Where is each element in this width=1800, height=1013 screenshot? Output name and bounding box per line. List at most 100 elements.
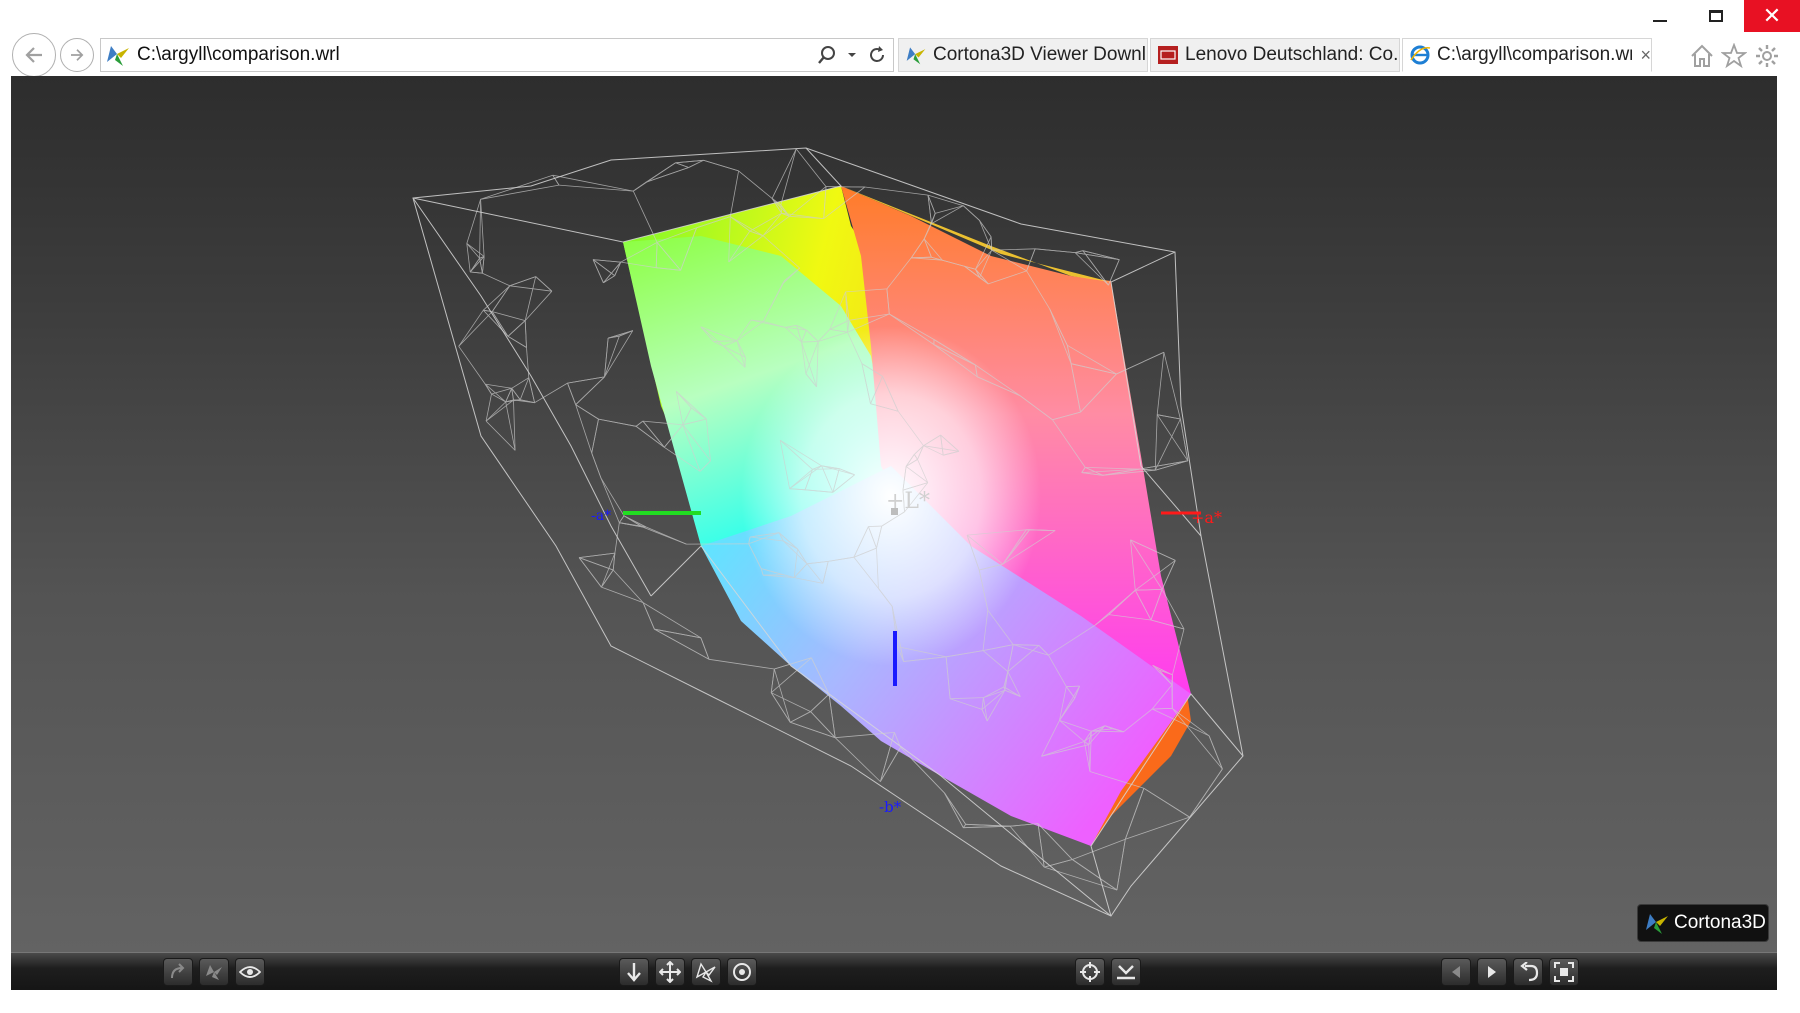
tab-label: Cortona3D Viewer Downl... [933,44,1147,65]
mesh-edge [479,199,481,259]
tab-lenovo[interactable]: Lenovo Deutschland: Co... [1150,38,1400,72]
mesh-edge [1072,838,1126,860]
mesh-edge [771,148,797,199]
mesh-edge [524,290,553,321]
mesh-edge [491,393,506,403]
mesh-edge [482,272,510,287]
pan-icon [659,961,681,983]
close-button[interactable]: ✕ [1744,0,1800,32]
mesh-edge [738,170,773,199]
a-pos-axis-label: +a* [1191,508,1222,527]
plane-button[interactable] [199,958,229,986]
mesh-edge [458,309,484,347]
align-icon [1117,965,1135,980]
refresh-icon[interactable] [867,45,887,65]
align-button[interactable] [1111,958,1141,986]
mesh-edge [618,515,625,523]
gamut-solid [623,186,1191,846]
mesh-edge [700,637,710,660]
mesh-edge [1072,859,1118,891]
mesh-edge [944,792,964,828]
minimize-icon [1653,20,1667,22]
url-input[interactable] [137,44,817,66]
mesh-edge [519,377,530,400]
mesh-edge [458,346,486,385]
restore-view-button[interactable] [1513,958,1543,986]
settings-button[interactable] [1753,42,1781,70]
lenovo-icon [1158,46,1178,64]
mesh-edge [579,552,615,558]
mesh-edge [1035,248,1076,253]
maximize-icon [1709,10,1723,22]
cortona-icon [906,47,926,65]
back-button[interactable] [12,33,56,77]
maximize-button[interactable] [1688,0,1744,32]
ie-icon [1410,45,1431,65]
mesh-edge [1044,866,1118,891]
pan-button[interactable] [655,958,685,986]
tab-cortona-download[interactable]: Cortona3D Viewer Downl... [898,38,1148,72]
mesh-edge [1108,259,1120,286]
mesh-edge [675,162,689,168]
next-viewpoint-button[interactable] [1477,958,1507,986]
minimize-button[interactable] [1632,0,1688,32]
mesh-edge [633,181,647,192]
rotate-button[interactable] [727,958,757,986]
mesh-edge [482,256,485,274]
mesh-edge [880,747,901,782]
close-icon: ✕ [1762,3,1782,28]
redo-button[interactable] [163,958,193,986]
mesh-edge [708,658,775,670]
fit-icon [1554,962,1574,982]
mesh-edge [1075,250,1083,253]
mesh-edge [645,162,676,183]
fly-button[interactable] [691,958,721,986]
mesh-edge [1044,859,1073,868]
undo-icon [1520,962,1539,982]
view-button[interactable] [235,958,265,986]
mesh-edge [963,205,980,221]
mesh-edge [507,320,526,337]
favorites-button[interactable] [1720,42,1748,70]
mesh-edge [1156,352,1165,415]
forward-button[interactable] [60,38,94,72]
tab-comparison-wrl[interactable]: C:\argyll\comparison.wrl × [1402,38,1652,72]
mesh-edge [834,737,881,782]
tab-close-icon[interactable]: × [1640,45,1651,66]
mesh-edge [965,823,1011,827]
mesh-edge [491,285,511,312]
search-icon[interactable] [817,45,837,65]
home-button[interactable] [1688,42,1716,70]
mesh-edge [505,388,513,403]
mesh-edge [790,711,811,723]
mesh-edge [485,399,514,422]
chevron-down-icon[interactable] [847,50,857,60]
walk-button[interactable] [619,958,649,986]
fit-view-button[interactable] [1549,958,1579,986]
mesh-edge [524,320,527,348]
window-bottom-border [0,990,1800,1013]
plane-icon [206,965,222,980]
mesh-edge [632,190,658,243]
cortona3d-logo: Cortona3D [1637,904,1769,942]
mesh-edge [810,693,830,712]
mesh-edge [524,276,537,321]
tab-label: Lenovo Deutschland: Co... [1185,44,1399,65]
previous-viewpoint-button[interactable] [1441,958,1471,986]
mesh-edge [729,170,739,217]
logo-text: Cortona3D [1674,912,1766,933]
mesh-edge [552,174,634,192]
mesh-edge [485,420,516,451]
mesh-edge [642,602,655,630]
mesh-edge [780,148,797,206]
mesh-edge [567,382,577,405]
forward-arrow-icon [71,49,84,61]
target-button[interactable] [1075,958,1105,986]
mesh-edge [935,205,964,214]
vrml-viewport[interactable]: +L* -a* +a* -b* Cortona3D [11,76,1777,952]
mesh-edge [509,276,536,287]
mesh-edge [591,419,599,454]
mesh-edge [483,309,509,337]
navigation-bar: Cortona3D Viewer Downl... Lenovo Deutsch… [0,33,1800,77]
mesh-edge [795,148,827,187]
